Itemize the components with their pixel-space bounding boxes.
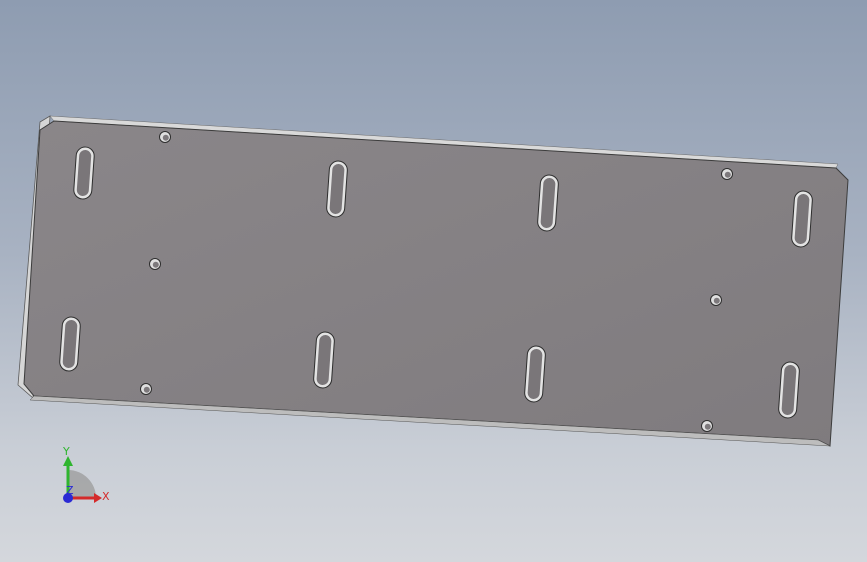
triad-x-label: X <box>102 490 110 503</box>
slot-7[interactable] <box>524 345 546 403</box>
graphics-viewport[interactable]: Y X Z <box>0 0 867 562</box>
hole-2[interactable] <box>721 168 733 180</box>
hole-6[interactable] <box>701 420 713 432</box>
view-triad[interactable]: Y X Z <box>62 445 110 503</box>
slot-5[interactable] <box>59 316 81 372</box>
slot-8[interactable] <box>778 361 800 419</box>
hole-1[interactable] <box>159 131 171 143</box>
slot-6[interactable] <box>313 331 335 389</box>
slot-1[interactable] <box>73 146 95 200</box>
triad-x-arrow-icon <box>94 493 102 503</box>
hole-3[interactable] <box>149 258 161 270</box>
hole-4[interactable] <box>710 294 722 306</box>
triad-y-label: Y <box>62 445 70 458</box>
slot-3[interactable] <box>537 174 559 232</box>
hole-5[interactable] <box>140 383 152 395</box>
slot-4[interactable] <box>791 190 813 248</box>
slot-2[interactable] <box>326 160 348 218</box>
triad-z-label: Z <box>66 484 74 497</box>
